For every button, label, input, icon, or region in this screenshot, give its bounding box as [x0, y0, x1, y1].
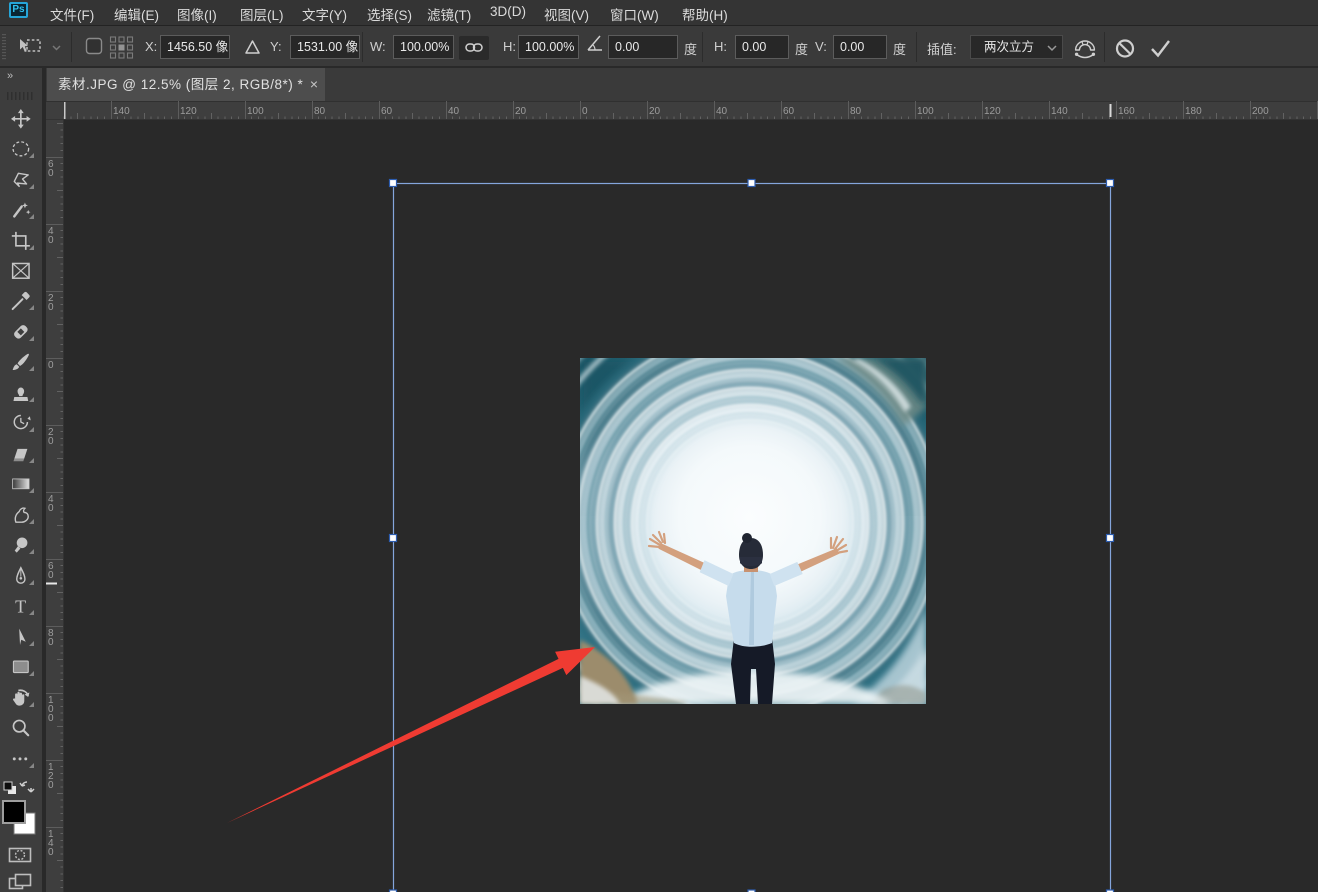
svg-text:180: 180 [1185, 106, 1202, 117]
svg-text:160: 160 [1118, 106, 1135, 117]
svg-text:0: 0 [48, 637, 54, 648]
svg-text:200: 200 [1252, 106, 1269, 117]
svg-text:60: 60 [783, 106, 795, 117]
svg-text:100: 100 [247, 106, 264, 117]
svg-text:0: 0 [48, 503, 54, 514]
svg-text:0: 0 [48, 780, 54, 791]
svg-text:0: 0 [48, 570, 54, 581]
svg-text:0: 0 [48, 235, 54, 246]
svg-text:0: 0 [48, 847, 54, 858]
svg-text:0: 0 [48, 713, 54, 724]
svg-text:120: 120 [984, 106, 1001, 117]
svg-text:40: 40 [716, 106, 728, 117]
svg-text:60: 60 [381, 106, 393, 117]
svg-text:120: 120 [180, 106, 197, 117]
svg-text:140: 140 [1051, 106, 1068, 117]
svg-text:0: 0 [48, 436, 54, 447]
svg-text:0: 0 [48, 360, 54, 371]
svg-text:140: 140 [113, 106, 130, 117]
svg-text:»: » [7, 70, 13, 82]
svg-text:20: 20 [515, 106, 527, 117]
svg-text:T: T [15, 596, 26, 616]
svg-text:0: 0 [582, 106, 588, 117]
svg-text:40: 40 [448, 106, 460, 117]
svg-text:80: 80 [850, 106, 862, 117]
svg-text:100: 100 [917, 106, 934, 117]
svg-text:80: 80 [314, 106, 326, 117]
svg-text:0: 0 [48, 168, 54, 179]
svg-text:0: 0 [48, 302, 54, 313]
svg-text:20: 20 [649, 106, 661, 117]
